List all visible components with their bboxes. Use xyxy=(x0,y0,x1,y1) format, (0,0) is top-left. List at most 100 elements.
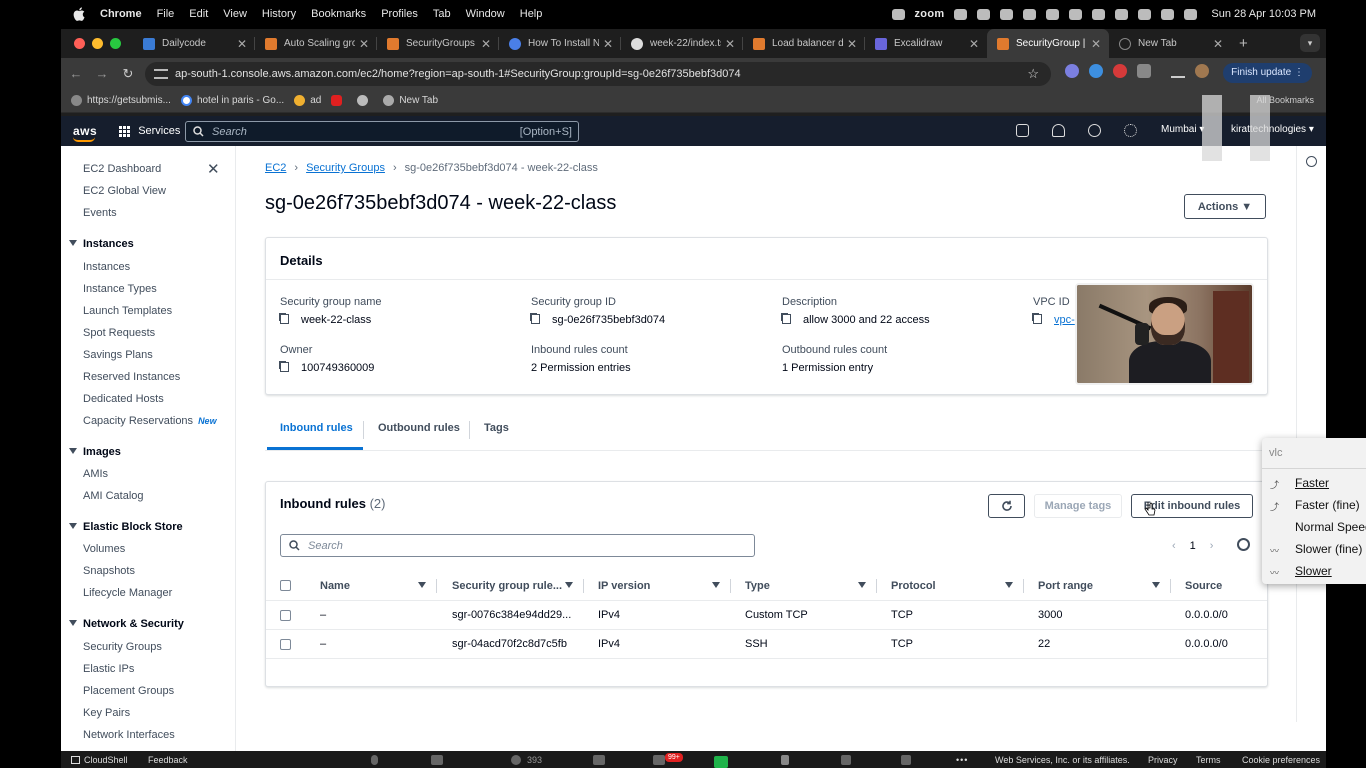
tab-tags[interactable]: Tags xyxy=(484,422,509,434)
close-icon[interactable]: ✕ xyxy=(725,37,735,51)
vpc-link[interactable]: vpc- xyxy=(1054,314,1075,326)
gear-icon[interactable] xyxy=(1237,538,1250,551)
copy-icon[interactable] xyxy=(782,314,791,324)
tab-load-balancer[interactable]: Load balancer de ✕ xyxy=(743,29,865,58)
share-screen-icon[interactable] xyxy=(714,756,728,768)
sidebar-item-instances[interactable]: Instances xyxy=(83,261,130,273)
vlc-item-faster-fine[interactable]: Faster (fine) xyxy=(1295,498,1360,512)
menu-history[interactable]: History xyxy=(262,8,296,20)
status-icon[interactable] xyxy=(977,8,991,20)
sidebar-item-reserved-instances[interactable]: Reserved Instances xyxy=(83,371,180,383)
sidebar-item-dedicated-hosts[interactable]: Dedicated Hosts xyxy=(83,393,164,405)
menu-bookmarks[interactable]: Bookmarks xyxy=(311,8,366,20)
apple-icon[interactable] xyxy=(72,7,86,21)
close-icon[interactable]: ✕ xyxy=(969,37,979,51)
status-icon[interactable] xyxy=(891,8,905,20)
bookmark-item[interactable]: New Tab xyxy=(383,95,438,106)
vlc-item-slower[interactable]: Slower xyxy=(1295,564,1332,578)
control-center-icon[interactable] xyxy=(1161,8,1175,20)
column-ip-version[interactable]: IP version xyxy=(598,580,650,592)
pause-icon[interactable] xyxy=(781,755,789,765)
minimize-window-button[interactable] xyxy=(92,38,103,49)
column-protocol[interactable]: Protocol xyxy=(891,580,936,592)
close-icon[interactable]: ✕ xyxy=(847,37,857,51)
zoom-window-button[interactable] xyxy=(110,38,121,49)
sidebar-section-images[interactable]: Images xyxy=(69,446,121,458)
row-checkbox[interactable] xyxy=(280,639,291,650)
table-row[interactable]: – sgr-0076c384e94dd29... IPv4 Custom TCP… xyxy=(266,601,1267,630)
sidebar-item-spot-requests[interactable]: Spot Requests xyxy=(83,327,155,339)
sidebar-item-placement-groups[interactable]: Placement Groups xyxy=(83,685,174,697)
close-icon[interactable]: ✕ xyxy=(359,37,369,51)
download-icon[interactable] xyxy=(1171,64,1185,78)
tab-inbound-rules[interactable]: Inbound rules xyxy=(280,422,353,434)
column-source[interactable]: Source xyxy=(1185,580,1222,592)
sidebar-item-snapshots[interactable]: Snapshots xyxy=(83,565,135,577)
tab-security-group-active[interactable]: SecurityGroup | E ✕ xyxy=(987,29,1109,58)
sidebar-item-ec2-global-view[interactable]: EC2 Global View xyxy=(83,185,166,197)
region-selector[interactable]: Mumbai ▾ xyxy=(1161,124,1204,135)
close-icon[interactable]: ✕ xyxy=(1091,37,1101,51)
tab-install-guide[interactable]: How To Install Nc ✕ xyxy=(499,29,621,58)
sidebar-item-network-interfaces[interactable]: Network Interfaces xyxy=(83,729,175,741)
terms-link[interactable]: Terms xyxy=(1196,755,1221,765)
sidebar-item-ami-catalog[interactable]: AMI Catalog xyxy=(83,490,144,502)
extension-icon[interactable] xyxy=(1113,64,1127,78)
column-name[interactable]: Name xyxy=(320,580,350,592)
manage-tags-button[interactable]: Manage tags xyxy=(1034,494,1122,518)
participants-icon[interactable] xyxy=(511,755,521,765)
close-icon[interactable]: ✕ xyxy=(603,37,613,51)
bell-icon[interactable] xyxy=(1052,124,1065,137)
cloudshell-button[interactable]: CloudShell xyxy=(71,755,128,765)
tab-outbound-rules[interactable]: Outbound rules xyxy=(378,422,460,434)
copy-icon[interactable] xyxy=(531,314,540,324)
column-port-range[interactable]: Port range xyxy=(1038,580,1093,592)
current-page[interactable]: 1 xyxy=(1190,540,1196,552)
menu-profiles[interactable]: Profiles xyxy=(381,8,418,20)
sidebar-item-savings-plans[interactable]: Savings Plans xyxy=(83,349,153,361)
column-rule-id[interactable]: Security group rule... xyxy=(452,580,562,592)
apps-icon[interactable] xyxy=(901,755,911,765)
zoom-status-label[interactable]: zoom xyxy=(915,8,945,20)
menu-file[interactable]: File xyxy=(157,8,175,20)
copy-icon[interactable] xyxy=(1033,314,1042,324)
copy-icon[interactable] xyxy=(280,314,289,324)
cloudshell-icon[interactable] xyxy=(1016,124,1029,137)
sidebar-item-launch-templates[interactable]: Launch Templates xyxy=(83,305,172,317)
feedback-link[interactable]: Feedback xyxy=(148,755,188,765)
close-icon[interactable]: ✕ xyxy=(1213,37,1223,51)
url-text[interactable]: ap-south-1.console.aws.amazon.com/ec2/ho… xyxy=(175,68,741,80)
status-icon[interactable] xyxy=(1046,8,1060,20)
cookie-preferences-link[interactable]: Cookie preferences xyxy=(1242,755,1320,765)
privacy-link[interactable]: Privacy xyxy=(1148,755,1178,765)
account-menu[interactable]: kirattechnologies ▾ xyxy=(1231,124,1314,135)
finish-update-button[interactable]: Finish update ⋮ xyxy=(1223,63,1312,83)
sidebar-item-elastic-ips[interactable]: Elastic IPs xyxy=(83,663,134,675)
sidebar-item-ec2-dashboard[interactable]: EC2 Dashboard xyxy=(83,163,161,175)
back-button[interactable]: ← xyxy=(63,66,89,81)
aws-logo[interactable]: aws xyxy=(73,124,97,142)
sidebar-item-security-groups[interactable]: Security Groups xyxy=(83,641,162,653)
microphone-icon[interactable] xyxy=(371,755,378,765)
tab-new-tab[interactable]: New Tab ✕ xyxy=(1109,29,1231,58)
menu-tab[interactable]: Tab xyxy=(433,8,451,20)
tab-auto-scaling[interactable]: Auto Scaling gro ✕ xyxy=(255,29,377,58)
extension-icon[interactable] xyxy=(1089,64,1103,78)
sidebar-item-amis[interactable]: AMIs xyxy=(83,468,108,480)
vlc-item-faster[interactable]: Faster xyxy=(1295,476,1329,490)
sidebar-item-lifecycle-manager[interactable]: Lifecycle Manager xyxy=(83,587,172,599)
sort-icon[interactable] xyxy=(1005,582,1013,588)
siri-icon[interactable] xyxy=(1184,8,1198,20)
refresh-button[interactable] xyxy=(988,494,1025,518)
prev-page-button[interactable]: ‹ xyxy=(1172,540,1176,552)
profile-avatar[interactable] xyxy=(1195,64,1209,78)
site-info-icon[interactable] xyxy=(154,69,168,79)
tab-excalidraw[interactable]: Excalidraw ✕ xyxy=(865,29,987,58)
next-page-button[interactable]: › xyxy=(1210,540,1214,552)
sidebar-item-capacity-reservations[interactable]: Capacity Reservations New xyxy=(83,415,217,427)
close-icon[interactable]: ✕ xyxy=(481,37,491,51)
tab-search-button[interactable]: ▾ xyxy=(1300,34,1320,52)
bookmark-item[interactable]: hotel in paris - Go... xyxy=(180,95,284,106)
search-icon[interactable] xyxy=(1138,8,1152,20)
sidebar-item-volumes[interactable]: Volumes xyxy=(83,543,125,555)
